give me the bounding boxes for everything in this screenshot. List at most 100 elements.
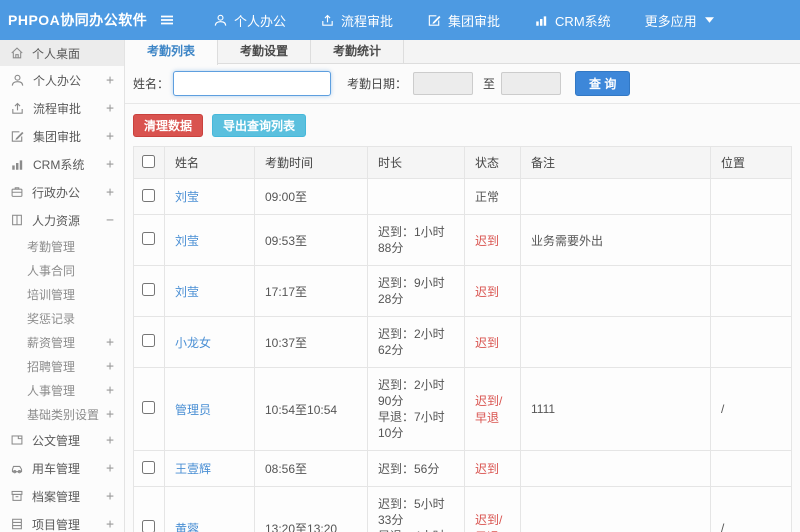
nav-item-group-approval[interactable]: 集团审批 <box>410 0 517 40</box>
sidebar-subitem-attendance-mgmt[interactable]: 考勤管理 <box>0 234 124 258</box>
row-checkbox[interactable] <box>142 401 155 414</box>
row-checkbox[interactable] <box>142 334 155 347</box>
sidebar-item-label: 公文管理 <box>32 433 81 448</box>
sidebar-item-archive-mgmt[interactable]: 档案管理 + <box>0 482 124 510</box>
sidebar-subitem-personnel-mgmt[interactable]: 人事管理 + <box>0 378 124 402</box>
sidebar-item-vehicle-mgmt[interactable]: 用车管理 + <box>0 454 124 482</box>
nav-item-crm-system[interactable]: CRM系统 <box>517 0 628 40</box>
sidebar-subitem-label: 考勤管理 <box>27 239 76 254</box>
employee-name-link[interactable]: 小龙女 <box>175 336 211 350</box>
nav-item-label: 流程审批 <box>341 13 394 29</box>
book-icon <box>10 213 24 227</box>
caret-down-icon <box>704 17 714 23</box>
expand-toggle-icon[interactable]: + <box>106 101 114 116</box>
sidebar-subitem-hr-contract[interactable]: 人事合同 <box>0 258 124 282</box>
date-start-input[interactable] <box>413 72 474 95</box>
sidebar-item-group-approval[interactable]: 集团审批 + <box>0 122 124 150</box>
employee-name-link[interactable]: 管理员 <box>175 403 211 417</box>
expand-toggle-icon[interactable]: + <box>106 359 114 374</box>
row-select-cell <box>133 214 165 266</box>
sidebar-item-document-mgmt[interactable]: 公文管理 + <box>0 426 124 454</box>
location-cell: / <box>710 367 792 451</box>
nav-item-label: 个人办公 <box>234 13 287 29</box>
user-icon <box>10 73 25 88</box>
sidebar-subitem-base-category[interactable]: 基础类别设置 + <box>0 402 124 426</box>
employee-name-link[interactable]: 刘莹 <box>175 234 199 248</box>
expand-toggle-icon[interactable]: + <box>106 489 114 504</box>
sidebar-subitem-salary-mgmt[interactable]: 薪资管理 + <box>0 330 124 354</box>
export-list-button[interactable]: 导出查询列表 <box>212 114 307 137</box>
name-cell: 刘莹 <box>164 214 255 266</box>
sidebar-item-label: 档案管理 <box>32 489 81 504</box>
app-logo[interactable]: PHPOA协同办公软件 <box>0 10 158 30</box>
expand-toggle-icon[interactable]: + <box>106 517 114 532</box>
remark-cell <box>520 486 711 532</box>
sidebar-item-project-mgmt[interactable]: 项目管理 + <box>0 510 124 532</box>
nav-item-workflow-approval[interactable]: 流程审批 <box>303 0 410 40</box>
project-icon <box>10 517 24 531</box>
sidebar-item-personal-office[interactable]: 个人办公 + <box>0 66 124 94</box>
expand-toggle-icon[interactable]: + <box>106 157 114 172</box>
clean-data-button[interactable]: 清理数据 <box>133 114 204 137</box>
select-all-checkbox[interactable] <box>142 154 155 168</box>
row-select-cell <box>133 367 165 451</box>
row-select-cell <box>133 265 165 317</box>
sidebar-subitem-training-mgmt[interactable]: 培训管理 <box>0 282 124 306</box>
name-input[interactable] <box>173 71 332 96</box>
expand-toggle-icon[interactable]: + <box>106 433 114 448</box>
expand-toggle-icon[interactable]: − <box>106 213 114 228</box>
top-header: PHPOA协同办公软件 个人办公 流程审批 集团审批 CRM系统 更多应用 <box>0 0 800 40</box>
nav-item-personal-office[interactable]: 个人办公 <box>196 0 303 40</box>
attendance-time-cell: 17:17至 <box>254 265 368 317</box>
sidebar-item-label: 流程审批 <box>33 101 82 116</box>
sidebar-subitem-label: 薪资管理 <box>27 335 76 350</box>
name-cell: 王壹辉 <box>164 450 255 487</box>
sidebar-subitem-label: 基础类别设置 <box>27 407 100 422</box>
employee-name-link[interactable]: 刘莹 <box>175 285 199 299</box>
expand-toggle-icon[interactable]: + <box>106 129 114 144</box>
tab-attendance-settings[interactable]: 考勤设置 <box>218 40 311 63</box>
sidebar-subitem-reward-records[interactable]: 奖惩记录 <box>0 306 124 330</box>
expand-toggle-icon[interactable]: + <box>106 335 114 350</box>
content-panel: 考勤列表 考勤设置 考勤统计 姓名： 考勤日期： 至 查 询 清理数据 导出查询列表… <box>125 40 800 532</box>
expand-toggle-icon[interactable]: + <box>106 73 114 88</box>
expand-toggle-icon[interactable]: + <box>106 185 114 200</box>
tab-attendance-stats[interactable]: 考勤统计 <box>311 40 404 63</box>
sidebar-item-personal-desktop[interactable]: 个人桌面 <box>0 40 124 66</box>
sidebar-item-label: 人力资源 <box>32 213 81 228</box>
date-end-input[interactable] <box>501 72 562 95</box>
sidebar: 个人桌面 个人办公 + 流程审批 + 集团审批 + CRM系统 + 行政办公 + 人力资源 − 考勤管理人… <box>0 40 125 532</box>
column-header-1: 考勤时间 <box>254 146 368 179</box>
hamburger-menu-icon[interactable] <box>158 12 178 28</box>
row-checkbox[interactable] <box>142 232 155 245</box>
row-select-cell <box>133 178 165 215</box>
employee-name-link[interactable]: 王壹辉 <box>175 462 211 476</box>
duration-cell: 迟到：1小时88分 <box>367 214 465 266</box>
duration-cell: 迟到：5小时33分早退：4小时67分 <box>367 486 465 532</box>
row-select-cell <box>133 450 165 487</box>
expand-toggle-icon[interactable]: + <box>106 461 114 476</box>
sidebar-item-workflow-approval[interactable]: 流程审批 + <box>0 94 124 122</box>
search-button[interactable]: 查 询 <box>575 71 631 96</box>
sidebar-subitem-label: 培训管理 <box>27 287 76 302</box>
row-checkbox[interactable] <box>142 520 155 532</box>
expand-toggle-icon[interactable]: + <box>106 407 114 422</box>
employee-name-link[interactable]: 黄蓉 <box>175 522 199 532</box>
row-checkbox[interactable] <box>142 188 155 202</box>
tab-attendance-list[interactable]: 考勤列表 <box>125 40 218 65</box>
employee-name-link[interactable]: 刘莹 <box>175 190 199 204</box>
expand-toggle-icon[interactable]: + <box>106 383 114 398</box>
sidebar-item-crm-system[interactable]: CRM系统 + <box>0 150 124 178</box>
sidebar-subitem-recruit-mgmt[interactable]: 招聘管理 + <box>0 354 124 378</box>
nav-item-more-apps[interactable]: 更多应用 <box>628 0 731 40</box>
row-checkbox[interactable] <box>142 460 155 474</box>
location-cell <box>710 265 792 317</box>
row-checkbox[interactable] <box>142 283 155 296</box>
date-label: 考勤日期： <box>347 77 408 91</box>
status-cell: 迟到 <box>464 316 521 368</box>
attendance-time-cell: 09:00至 <box>254 178 368 215</box>
sidebar-item-label: CRM系统 <box>33 157 85 172</box>
sidebar-item-human-resources[interactable]: 人力资源 − <box>0 206 124 234</box>
name-label: 姓名： <box>133 77 170 91</box>
sidebar-item-admin-office[interactable]: 行政办公 + <box>0 178 124 206</box>
